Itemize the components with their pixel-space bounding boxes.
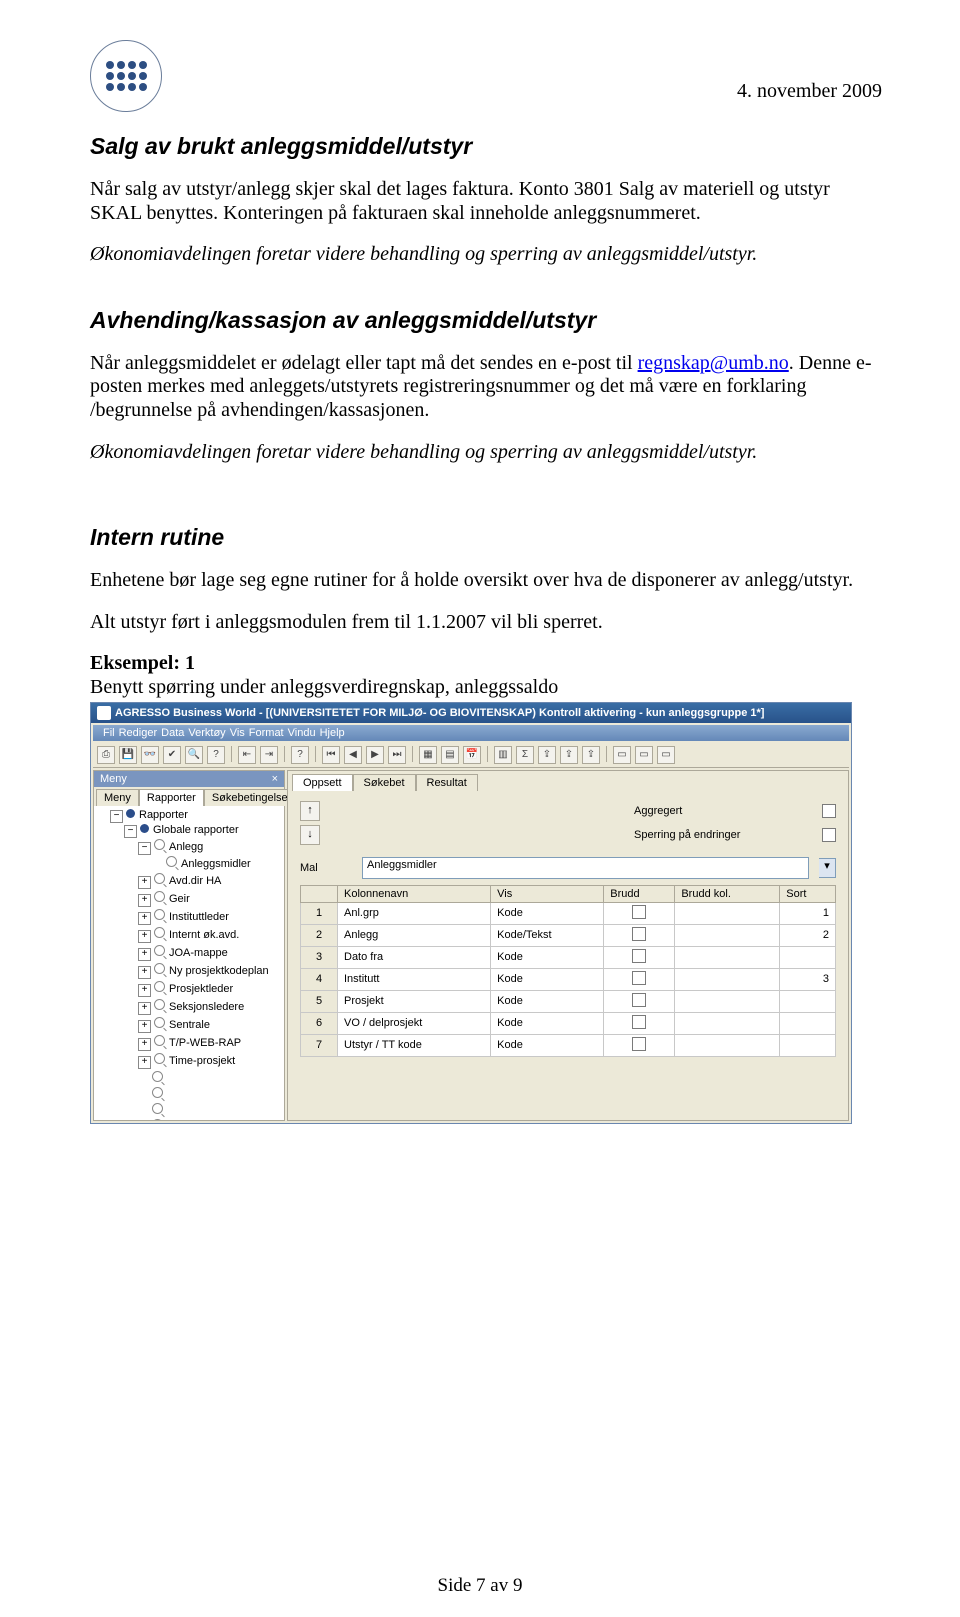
- menu-item[interactable]: Vindu: [288, 727, 316, 739]
- agresso-screenshot: AGRESSO Business World - [(UNIVERSITETET…: [90, 702, 852, 1124]
- cal-icon[interactable]: 📅: [463, 746, 481, 764]
- export2-icon[interactable]: ⇪: [560, 746, 578, 764]
- section-title-intern: Intern rutine: [90, 524, 882, 551]
- aggregert-checkbox[interactable]: [822, 804, 836, 818]
- side-tab-soke[interactable]: Søkebetingelser: [204, 789, 300, 806]
- paragraph: Når anleggsmiddelet er ødelagt eller tap…: [90, 352, 882, 423]
- table-row[interactable]: 5ProsjektKode: [301, 990, 836, 1012]
- check-icon[interactable]: ✔: [163, 746, 181, 764]
- grid-icon[interactable]: ▤: [441, 746, 459, 764]
- chevron-down-icon[interactable]: ▾: [819, 858, 836, 878]
- side-header: Meny ×: [94, 771, 284, 787]
- next-icon[interactable]: ▶: [366, 746, 384, 764]
- arrow-up-button[interactable]: ↑: [300, 801, 320, 821]
- first-icon[interactable]: ⏮: [322, 746, 340, 764]
- table-row[interactable]: 6VO / delprosjektKode: [301, 1012, 836, 1034]
- table-row[interactable]: 1Anl.grpKode1: [301, 902, 836, 924]
- table-row[interactable]: 2AnleggKode/Tekst2: [301, 924, 836, 946]
- help-icon[interactable]: ?: [207, 746, 225, 764]
- menu-item[interactable]: Hjelp: [320, 727, 345, 739]
- indent-left-icon[interactable]: ⇤: [238, 746, 256, 764]
- text: Når anleggsmiddelet er ødelagt eller tap…: [90, 352, 638, 374]
- chart-icon[interactable]: ▥: [494, 746, 512, 764]
- table-icon[interactable]: ▦: [419, 746, 437, 764]
- columns-table[interactable]: Kolonnenavn Vis Brudd Brudd kol. Sort 1A…: [300, 885, 836, 1057]
- section-title-avhending: Avhending/kassasjon av anleggsmiddel/uts…: [90, 307, 882, 334]
- example-label: Eksempel: 1: [90, 652, 195, 674]
- main-tab-oppsett[interactable]: Oppsett: [292, 774, 353, 791]
- university-logo: [90, 40, 160, 110]
- arrow-down-button[interactable]: ↓: [300, 825, 320, 845]
- side-title: Meny: [100, 773, 127, 785]
- aggregert-label: Aggregert: [634, 805, 814, 817]
- prev-icon[interactable]: ◀: [344, 746, 362, 764]
- print-icon[interactable]: ⎙: [97, 746, 115, 764]
- panel2-icon[interactable]: ▭: [635, 746, 653, 764]
- toolbar: ⎙ 💾 👓 ✔ 🔍 ? ⇤ ⇥ ? ⏮ ◀ ▶ ⏭ ▦ ▤ 📅 ▥ Σ ⇪ ⇪ …: [93, 743, 849, 768]
- indent-right-icon[interactable]: ⇥: [260, 746, 278, 764]
- app-icon: [97, 706, 111, 720]
- paragraph-italic: Økonomiavdelingen foretar videre behandl…: [90, 441, 882, 465]
- paragraph: Alt utstyr ført i anleggsmodulen frem ti…: [90, 611, 882, 635]
- menu-item[interactable]: Verktøy: [188, 727, 225, 739]
- panel3-icon[interactable]: ▭: [657, 746, 675, 764]
- main-tab-sokebet[interactable]: Søkebet: [353, 774, 416, 791]
- sum-icon[interactable]: Σ: [516, 746, 534, 764]
- mal-select[interactable]: Anleggsmidler: [362, 857, 809, 879]
- menu-item[interactable]: Vis: [230, 727, 245, 739]
- paragraph: Enhetene bør lage seg egne rutiner for å…: [90, 569, 882, 593]
- table-row[interactable]: 3Dato fraKode: [301, 946, 836, 968]
- table-row[interactable]: 7Utstyr / TT kodeKode: [301, 1034, 836, 1056]
- email-link[interactable]: regnskap@umb.no: [638, 352, 789, 374]
- close-icon[interactable]: ×: [272, 773, 278, 785]
- menu-item[interactable]: Fil: [103, 727, 115, 739]
- save-icon[interactable]: 💾: [119, 746, 137, 764]
- export1-icon[interactable]: ⇪: [538, 746, 556, 764]
- export3-icon[interactable]: ⇪: [582, 746, 600, 764]
- example-text: Benytt spørring under anleggsverdiregnsk…: [90, 676, 558, 698]
- menu-item[interactable]: Data: [161, 727, 184, 739]
- mal-label: Mal: [300, 862, 352, 874]
- document-date: 4. november 2009: [90, 80, 882, 103]
- side-panel: Meny × Meny Rapporter Søkebetingelser −R…: [93, 770, 285, 1121]
- table-row[interactable]: 4InstituttKode3: [301, 968, 836, 990]
- zoom-icon[interactable]: 🔍: [185, 746, 203, 764]
- paragraph-italic: Økonomiavdelingen foretar videre behandl…: [90, 243, 882, 267]
- help2-icon[interactable]: ?: [291, 746, 309, 764]
- report-tree[interactable]: −Rapporter −Globale rapporter −Anlegg An…: [94, 806, 284, 1120]
- binoculars-icon[interactable]: 👓: [141, 746, 159, 764]
- panel1-icon[interactable]: ▭: [613, 746, 631, 764]
- page-footer: Side 7 av 9: [0, 1575, 960, 1597]
- window-title: AGRESSO Business World - [(UNIVERSITETET…: [115, 707, 764, 719]
- main-tab-resultat[interactable]: Resultat: [416, 774, 478, 791]
- side-tab-meny[interactable]: Meny: [96, 789, 139, 806]
- menu-item[interactable]: Rediger: [119, 727, 158, 739]
- sperring-checkbox[interactable]: [822, 828, 836, 842]
- section-title-salg: Salg av brukt anleggsmiddel/utstyr: [90, 133, 882, 160]
- last-icon[interactable]: ⏭: [388, 746, 406, 764]
- example-line: Eksempel: 1 Benytt spørring under anlegg…: [90, 652, 882, 699]
- paragraph: Når salg av utstyr/anlegg skjer skal det…: [90, 178, 882, 225]
- inner-menubar: Fil Rediger Data Verktøy Vis Format Vind…: [93, 725, 849, 741]
- sperring-label: Sperring på endringer: [634, 829, 814, 841]
- window-titlebar: AGRESSO Business World - [(UNIVERSITETET…: [91, 703, 851, 723]
- menu-item[interactable]: Format: [249, 727, 284, 739]
- main-panel: Oppsett Søkebet Resultat ↑ Aggregert ↓ S…: [287, 770, 849, 1121]
- side-tab-rapporter[interactable]: Rapporter: [139, 789, 204, 806]
